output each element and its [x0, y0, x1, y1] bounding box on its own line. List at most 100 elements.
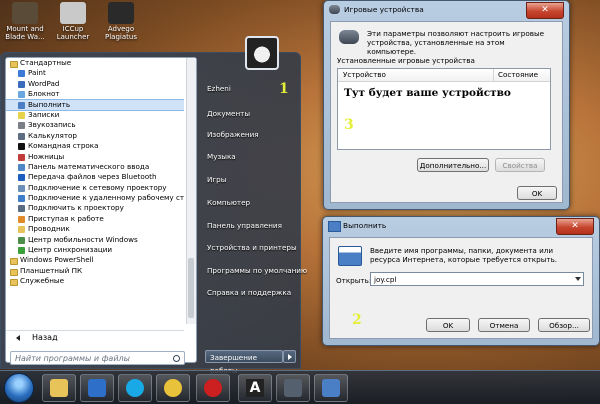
start-right-item[interactable]: Игры: [207, 174, 226, 186]
start-right-item[interactable]: Программы по умолчанию: [207, 265, 307, 277]
program-icon: [18, 111, 25, 119]
start-right-item[interactable]: Компьютер: [207, 197, 250, 209]
program-item[interactable]: Ножницы: [6, 152, 184, 162]
search-placeholder: Найти программы и файлы: [15, 354, 130, 363]
program-icon: [18, 122, 25, 130]
scrollbar-thumb[interactable]: [188, 258, 194, 318]
shutdown-options-arrow[interactable]: [283, 350, 296, 363]
program-item[interactable]: Проводник: [6, 224, 184, 234]
open-input[interactable]: joy.cpl: [370, 272, 584, 286]
start-right-item[interactable]: Документы: [207, 108, 250, 120]
taskbar-advego-button[interactable]: A: [238, 374, 272, 402]
back-label: Назад: [32, 333, 58, 342]
program-label: Подключить к проектору: [28, 203, 124, 213]
annotation-number-3: 3: [344, 117, 354, 133]
program-item[interactable]: Подключение к удаленному рабочему сто: [6, 193, 184, 203]
run-icon: [322, 379, 340, 397]
annotation-number-2: 2: [352, 312, 362, 328]
program-icon: [18, 195, 25, 203]
program-item[interactable]: Windows PowerShell: [6, 255, 184, 266]
program-item[interactable]: Командная строка: [6, 141, 184, 151]
program-item[interactable]: Записки: [6, 110, 184, 120]
folder-icon: [10, 61, 18, 68]
start-search-input[interactable]: Найти программы и файлы: [10, 351, 185, 365]
close-button[interactable]: ✕: [556, 218, 594, 235]
program-item[interactable]: Подключить к проектору: [6, 203, 184, 213]
program-label: Приступая к работе: [28, 213, 104, 223]
user-avatar[interactable]: [245, 36, 279, 70]
mount-and-blade-icon: [12, 2, 38, 24]
program-item[interactable]: Выполнить: [6, 98, 184, 111]
start-button[interactable]: [4, 373, 34, 403]
open-input-value: joy.cpl: [374, 275, 397, 284]
program-icon: [18, 70, 25, 78]
start-right-column: Ezheni Документы Изображения Музыка Игры Комп…: [203, 36, 307, 375]
installed-devices-list[interactable]: Устройство Состояние Тут будет ваше устр…: [337, 68, 551, 150]
shutdown-button[interactable]: Завершение работы: [205, 350, 283, 375]
installed-devices-label: Установленные игровые устройства: [337, 56, 475, 65]
taskbar-chrome-button[interactable]: [156, 374, 190, 402]
program-item[interactable]: Подключение к сетевому проектору: [6, 183, 184, 193]
program-item[interactable]: Калькулятор: [6, 131, 184, 141]
back-arrow-icon: [16, 335, 20, 341]
program-item[interactable]: Центр мобильности Windows: [6, 235, 184, 245]
desktop-icon-label: Advego Plagiatus: [105, 25, 137, 41]
chevron-down-icon[interactable]: [575, 277, 581, 281]
taskbar-explorer-button[interactable]: [42, 374, 76, 402]
program-item[interactable]: Звукозапись: [6, 120, 184, 130]
start-right-item[interactable]: Музыка: [207, 151, 236, 163]
program-item[interactable]: Передача файлов через Bluetooth: [6, 172, 184, 182]
start-right-item[interactable]: Устройства и принтеры: [207, 242, 297, 254]
program-item[interactable]: Центр синхронизации: [6, 245, 184, 255]
window-title: Выполнить: [343, 221, 387, 230]
program-icon: [18, 132, 25, 140]
program-item[interactable]: Paint: [6, 68, 184, 78]
taskbar-game-controllers-button[interactable]: [276, 374, 310, 402]
program-item[interactable]: Служебные: [6, 276, 184, 287]
programs-list: Стандартные Paint WordPad Блокнот Выполнить З…: [6, 58, 184, 324]
run-client: Введите имя программы, папки, документа …: [329, 237, 593, 339]
folder-icon: [10, 258, 18, 266]
properties-button[interactable]: Свойства: [495, 158, 545, 172]
taskbar-media-player-button[interactable]: [80, 374, 114, 402]
start-right-item[interactable]: Панель управления: [207, 220, 282, 232]
start-right-item[interactable]: Справка и поддержка: [207, 287, 291, 299]
program-item[interactable]: Блокнот: [6, 89, 184, 99]
program-item[interactable]: Приступая к работе: [6, 214, 184, 224]
program-icon: [18, 153, 25, 161]
program-label: Калькулятор: [28, 130, 77, 140]
ok-button[interactable]: OK: [426, 318, 470, 332]
program-icon: [18, 215, 25, 223]
back-button[interactable]: Назад: [6, 330, 184, 344]
program-label: Блокнот: [28, 89, 60, 99]
program-item[interactable]: Планшетный ПК: [6, 266, 184, 276]
taskbar-run-button[interactable]: [314, 374, 348, 402]
browse-button[interactable]: Обзор...: [538, 318, 590, 332]
start-right-item[interactable]: Изображения: [207, 129, 259, 141]
program-label: Подключение к удаленному рабочему сто: [28, 193, 184, 203]
program-label: Центр синхронизации: [28, 245, 113, 255]
advanced-button[interactable]: Дополнительно...: [417, 158, 489, 172]
desktop-icon-iccup[interactable]: ICCup Launcher: [48, 0, 98, 41]
program-item[interactable]: WordPad: [6, 79, 184, 89]
program-label: Командная строка: [28, 141, 99, 151]
desktop-icon-mount-and-blade[interactable]: Mount and Blade Wa...: [0, 0, 50, 41]
search-icon: [173, 355, 180, 362]
program-item[interactable]: Стандартные: [6, 58, 184, 68]
game-controllers-icon: [284, 379, 302, 397]
ok-button[interactable]: OK: [517, 186, 557, 200]
program-label: Звукозапись: [28, 120, 76, 130]
program-label: Подключение к сетевому проектору: [28, 182, 167, 192]
program-item[interactable]: Панель математического ввода: [6, 162, 184, 172]
desktop-icon-advego[interactable]: Advego Plagiatus: [96, 0, 146, 41]
column-status[interactable]: Состояние: [498, 69, 538, 81]
taskbar-opera-button[interactable]: [196, 374, 230, 402]
programs-scrollbar[interactable]: [186, 58, 196, 324]
column-device[interactable]: Устройство: [343, 69, 386, 81]
start-right-item[interactable]: Ezheni: [207, 83, 231, 95]
program-label: Проводник: [28, 224, 70, 234]
program-label: WordPad: [28, 78, 60, 88]
taskbar-skype-button[interactable]: [118, 374, 152, 402]
cancel-button[interactable]: Отмена: [478, 318, 530, 332]
close-button[interactable]: ✕: [526, 2, 564, 19]
